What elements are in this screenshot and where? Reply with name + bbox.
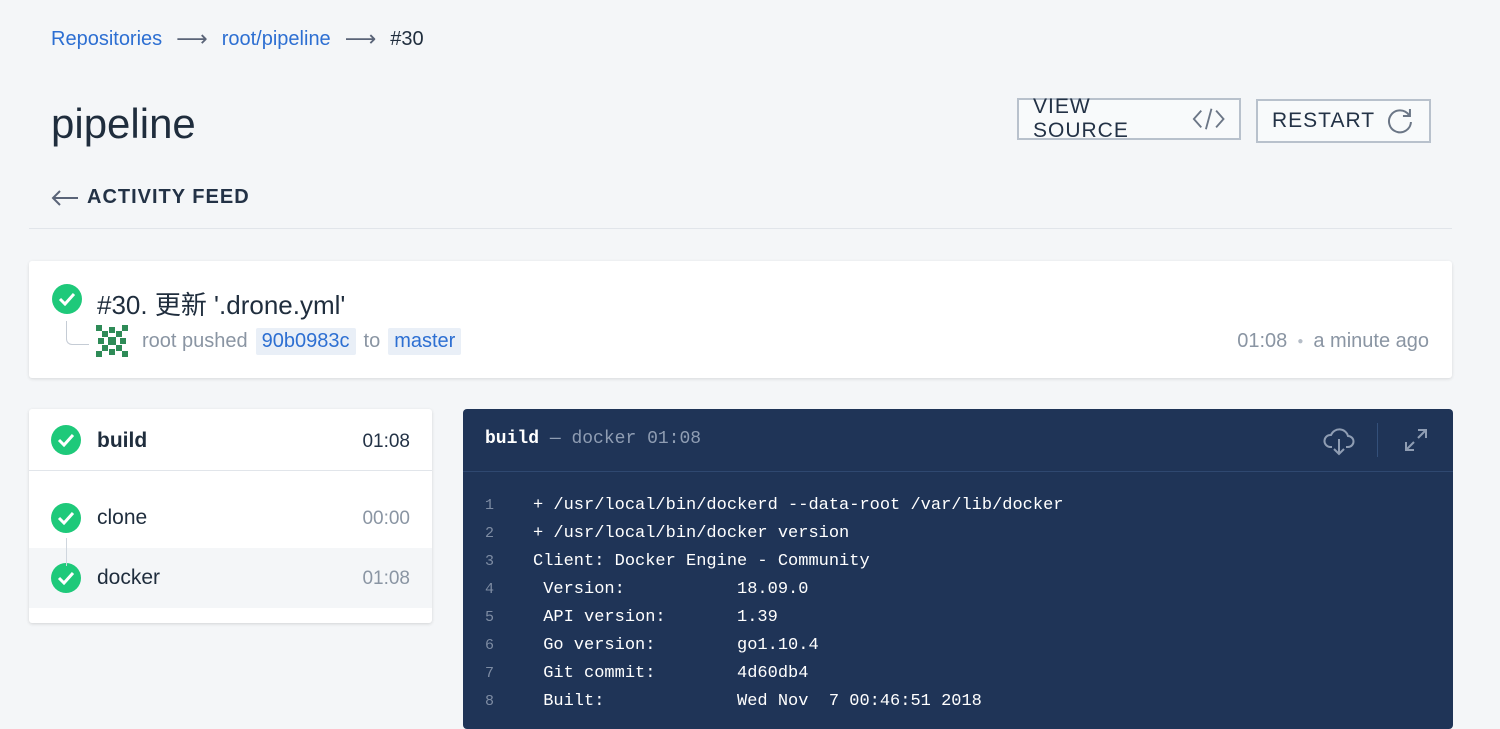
log-step-name: build bbox=[485, 429, 540, 449]
breadcrumb-repo-link[interactable]: root/pipeline bbox=[222, 28, 331, 51]
stage-header[interactable]: build 01:08 bbox=[29, 409, 432, 471]
log-line: 5 API version: 1.39 bbox=[463, 603, 1453, 631]
breadcrumb: Repositories ⟶ root/pipeline ⟶ #30 bbox=[51, 26, 424, 52]
breadcrumb-current: #30 bbox=[390, 27, 424, 50]
step-name: clone bbox=[97, 506, 148, 529]
build-action: pushed bbox=[182, 330, 248, 352]
restart-label: RESTART bbox=[1272, 109, 1376, 132]
build-time: 01:08 ● a minute ago bbox=[1237, 330, 1429, 353]
stage-name: build bbox=[97, 429, 148, 452]
activity-feed-link[interactable]: ACTIVITY FEED bbox=[51, 186, 250, 209]
tree-connector bbox=[66, 321, 89, 345]
expand-icon[interactable] bbox=[1403, 427, 1429, 453]
arrow-left-icon bbox=[51, 189, 78, 206]
log-title: build — docker 01:08 bbox=[485, 429, 701, 449]
breadcrumb-arrow-icon: ⟶ bbox=[176, 26, 208, 51]
success-check-icon bbox=[51, 425, 81, 455]
log-line-text: Client: Docker Engine - Community bbox=[533, 551, 870, 571]
breadcrumb-arrow-icon: ⟶ bbox=[344, 26, 377, 51]
log-duration: 01:08 bbox=[647, 429, 702, 449]
log-line-number[interactable]: 1 bbox=[463, 497, 533, 514]
build-author: root bbox=[142, 330, 177, 352]
step-name: docker bbox=[97, 566, 161, 589]
dot-separator: ● bbox=[1297, 336, 1304, 347]
log-header: build — docker 01:08 bbox=[463, 409, 1453, 472]
branch-link[interactable]: master bbox=[388, 328, 462, 355]
log-line-number[interactable]: 3 bbox=[463, 553, 533, 570]
activity-feed-label: ACTIVITY FEED bbox=[87, 186, 250, 208]
log-line-number[interactable]: 2 bbox=[463, 525, 533, 542]
to-label: to bbox=[363, 330, 381, 352]
log-line-text: + /usr/local/bin/dockerd --data-root /va… bbox=[533, 495, 1064, 515]
download-icon[interactable] bbox=[1323, 425, 1355, 457]
log-line-number[interactable]: 4 bbox=[463, 581, 533, 598]
log-line: 2 + /usr/local/bin/docker version bbox=[463, 519, 1453, 547]
log-panel: build — docker 01:08 1 + /usr/local/bin/d… bbox=[463, 409, 1453, 729]
commit-link[interactable]: 90b0983c bbox=[255, 328, 356, 355]
log-line-number[interactable]: 7 bbox=[463, 665, 533, 682]
success-check-icon bbox=[51, 563, 81, 593]
log-line-number[interactable]: 8 bbox=[463, 693, 533, 710]
build-card: #30. 更新 '.drone.yml' root pushed 90b0983… bbox=[29, 261, 1452, 378]
log-line: 4 Version: 18.09.0 bbox=[463, 575, 1453, 603]
restart-button[interactable]: RESTART bbox=[1256, 99, 1431, 143]
page-title: pipeline bbox=[51, 100, 196, 147]
stage-panel: build 01:08 clone 00:00 docker 01:08 bbox=[29, 409, 432, 623]
log-line-number[interactable]: 6 bbox=[463, 637, 533, 654]
log-line-text: API version: 1.39 bbox=[533, 607, 778, 627]
log-line-text: Version: 18.09.0 bbox=[533, 579, 809, 599]
step-item-docker[interactable]: docker 01:08 bbox=[29, 548, 432, 608]
log-separator: — bbox=[549, 429, 561, 449]
log-line-text: Git commit: 4d60db4 bbox=[533, 663, 809, 683]
breadcrumb-repositories-link[interactable]: Repositories bbox=[51, 28, 162, 51]
log-line: 3 Client: Docker Engine - Community bbox=[463, 547, 1453, 575]
step-duration: 01:08 bbox=[362, 568, 410, 589]
build-meta: root pushed 90b0983c to master bbox=[142, 328, 469, 355]
log-line: 6 Go version: go1.10.4 bbox=[463, 631, 1453, 659]
restart-icon bbox=[1388, 109, 1413, 134]
log-line-text: + /usr/local/bin/docker version bbox=[533, 523, 850, 543]
log-subtitle: docker bbox=[571, 429, 637, 449]
step-item-clone[interactable]: clone 00:00 bbox=[29, 488, 432, 548]
log-line: 7 Git commit: 4d60db4 bbox=[463, 659, 1453, 687]
build-title: #30. 更新 '.drone.yml' bbox=[97, 290, 346, 320]
view-source-button[interactable]: VIEW SOURCE bbox=[1017, 95, 1241, 142]
log-line: 8 Built: Wed Nov 7 00:46:51 2018 bbox=[463, 687, 1453, 715]
divider bbox=[29, 228, 1452, 229]
success-check-icon bbox=[52, 284, 82, 314]
log-line: 1 + /usr/local/bin/dockerd --data-root /v… bbox=[463, 491, 1453, 519]
step-connector-line bbox=[66, 538, 67, 566]
log-line-text: Go version: go1.10.4 bbox=[533, 635, 819, 655]
view-source-label: VIEW SOURCE bbox=[1033, 95, 1129, 142]
log-line-text: Built: Wed Nov 7 00:46:51 2018 bbox=[533, 691, 982, 711]
avatar bbox=[96, 325, 128, 357]
code-icon bbox=[1192, 108, 1225, 130]
step-duration: 00:00 bbox=[362, 508, 410, 529]
success-check-icon bbox=[51, 503, 81, 533]
log-line-number[interactable]: 5 bbox=[463, 609, 533, 626]
header-separator bbox=[1377, 423, 1378, 457]
stage-duration: 01:08 bbox=[362, 431, 410, 452]
build-duration: 01:08 bbox=[1237, 330, 1288, 352]
log-output: 1 + /usr/local/bin/dockerd --data-root /v… bbox=[463, 472, 1453, 715]
build-relative-time: a minute ago bbox=[1313, 330, 1429, 352]
